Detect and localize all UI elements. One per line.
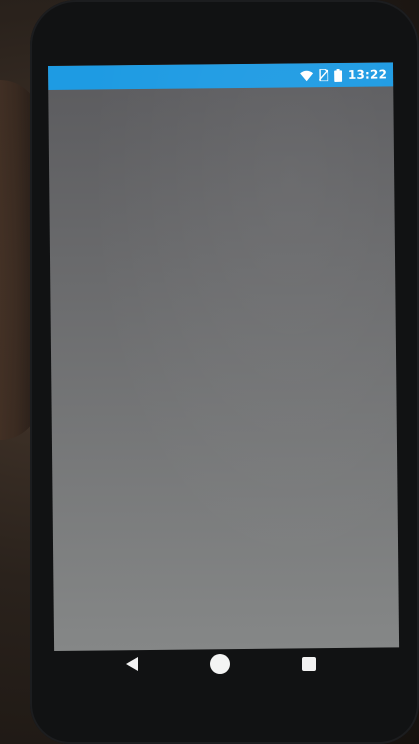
blank-content-area[interactable] bbox=[48, 86, 399, 651]
wifi-icon bbox=[299, 70, 313, 81]
photo-scene: 13:22 bbox=[0, 0, 419, 744]
no-sim-icon bbox=[318, 69, 328, 82]
phone-screen: 13:22 bbox=[48, 62, 400, 651]
back-icon bbox=[125, 656, 139, 672]
navigation-bar bbox=[48, 636, 393, 692]
battery-icon bbox=[333, 68, 342, 82]
recents-button[interactable] bbox=[289, 644, 329, 684]
status-time: 13:22 bbox=[347, 67, 388, 82]
home-button[interactable] bbox=[200, 644, 240, 684]
home-icon bbox=[209, 653, 231, 675]
status-bar: 13:22 bbox=[48, 62, 394, 90]
recents-icon bbox=[301, 656, 317, 672]
back-button[interactable] bbox=[112, 644, 152, 684]
